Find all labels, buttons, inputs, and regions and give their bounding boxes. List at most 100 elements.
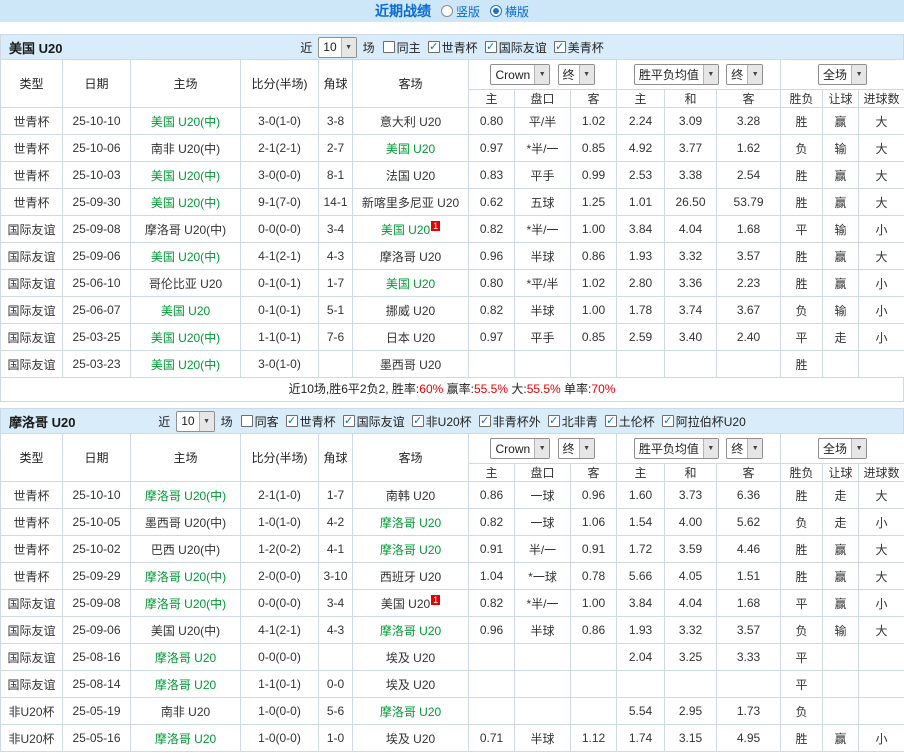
away-odds: 1.02 (569, 107, 618, 135)
home-team-name[interactable]: 哥伦比亚 U20 (149, 277, 222, 291)
away-team-name[interactable]: 摩洛哥 U20 (380, 543, 441, 557)
home-team-name[interactable]: 美国 U20(中) (151, 169, 220, 183)
goals-result-badge: 小 (858, 269, 904, 297)
away-team-name[interactable]: 美国 U20 (381, 597, 430, 611)
home-team-name[interactable]: 摩洛哥 U20(中) (145, 223, 226, 237)
away-team-name[interactable]: 美国 U20 (386, 142, 435, 156)
away-team-name[interactable]: 日本 U20 (386, 331, 435, 345)
home-odds (468, 643, 515, 671)
checkbox-icon[interactable]: ✓ (478, 415, 491, 427)
odds-stage-select[interactable]: 终 ▼ (557, 63, 595, 85)
checkbox-icon[interactable]: ✓ (604, 415, 617, 427)
home-team-name[interactable]: 摩洛哥 U20 (155, 651, 216, 665)
filter-option[interactable]: ✓ 非U20杯 (411, 413, 472, 430)
avg-home-odds: 3.84 (616, 215, 666, 243)
avg-draw-odds: 3.15 (664, 724, 718, 752)
checkbox-icon[interactable]: ✓ (547, 415, 560, 427)
away-team-name[interactable]: 美国 U20 (386, 277, 435, 291)
filter-option[interactable]: ✓ 美青杯 (553, 39, 604, 56)
checkbox-icon[interactable]: ✓ (427, 41, 440, 53)
away-team-name[interactable]: 墨西哥 U20 (380, 358, 441, 372)
home-team-name[interactable]: 美国 U20(中) (151, 358, 220, 372)
chevron-down-icon: ▼ (702, 65, 718, 84)
home-team-name[interactable]: 美国 U20(中) (151, 196, 220, 210)
home-team-name[interactable]: 美国 U20(中) (151, 331, 220, 345)
home-team-name[interactable]: 南非 U20(中) (151, 142, 220, 156)
checkbox-icon[interactable] (382, 41, 395, 53)
radio-selected-icon[interactable] (490, 5, 502, 17)
checkbox-icon[interactable]: ✓ (285, 415, 298, 427)
home-team-name[interactable]: 美国 U20(中) (151, 250, 220, 264)
checkbox-icon[interactable]: ✓ (484, 41, 497, 53)
home-team-name[interactable]: 美国 U20(中) (151, 115, 220, 129)
match-count-select[interactable]: 10 ▼ (176, 410, 215, 432)
away-team-name[interactable]: 西班牙 U20 (380, 570, 441, 584)
layout-option-horizontal[interactable]: 横版 (490, 3, 529, 20)
handicap-result-badge: 输 (822, 134, 860, 162)
avg-odds-select[interactable]: 胜平负均值 ▼ (633, 438, 719, 459)
away-team-name[interactable]: 新喀里多尼亚 U20 (362, 196, 459, 210)
home-team-name[interactable]: 巴西 U20(中) (151, 543, 220, 557)
checkbox-icon[interactable]: ✓ (553, 41, 566, 53)
avg-home-odds: 1.74 (616, 724, 666, 752)
filter-option[interactable]: ✓ 阿拉伯杯U20 (661, 413, 746, 430)
checkbox-icon[interactable]: ✓ (661, 415, 674, 427)
result-badge: 胜 (780, 562, 824, 590)
home-odds: 0.82 (468, 296, 515, 324)
match-count-select[interactable]: 10 ▼ (318, 36, 357, 58)
away-team-name[interactable]: 美国 U20 (381, 223, 430, 237)
filter-option[interactable]: ✓ 国际友谊 (342, 413, 405, 430)
away-team-name[interactable]: 埃及 U20 (386, 651, 435, 665)
fullmatch-select[interactable]: 全场 ▼ (818, 64, 868, 85)
away-team-name[interactable]: 摩洛哥 U20 (380, 516, 441, 530)
avg-away-odds: 3.57 (716, 242, 782, 270)
odds-stage-select[interactable]: 终 ▼ (557, 437, 595, 459)
filter-option[interactable]: 同主 (382, 39, 421, 56)
layout-option-vertical[interactable]: 竖版 (440, 3, 480, 20)
goals-result-badge: 大 (858, 562, 904, 590)
filter-option[interactable]: ✓ 土伦杯 (604, 413, 655, 430)
result-badge: 胜 (780, 350, 824, 378)
filter-option[interactable]: ✓ 非青杯外 (478, 413, 541, 430)
home-team-name[interactable]: 摩洛哥 U20 (155, 678, 216, 692)
avg-odds-select[interactable]: 胜平负均值 ▼ (633, 64, 719, 85)
away-team-name[interactable]: 摩洛哥 U20 (380, 250, 441, 264)
radio-unselected-icon[interactable] (440, 5, 453, 17)
checkbox-icon[interactable]: ✓ (411, 415, 424, 427)
match-row: 世青杯 25-09-29 摩洛哥 U20(中) 2-0(0-0) 3-10 西班牙 U20… (0, 562, 904, 590)
avg-home-odds: 5.54 (616, 697, 666, 725)
filter-option[interactable]: ✓ 国际友谊 (484, 39, 547, 56)
filter-option[interactable]: 同客 (240, 413, 279, 430)
filter-option[interactable]: ✓ 北非青 (547, 413, 598, 430)
match-score: 0-0(0-0) (240, 643, 319, 671)
avg-stage-select[interactable]: 终 ▼ (726, 64, 764, 85)
home-team-name[interactable]: 美国 U20 (161, 304, 210, 318)
away-team-name[interactable]: 摩洛哥 U20 (380, 705, 441, 719)
filter-option[interactable]: ✓ 世青杯 (427, 39, 478, 56)
away-team-name[interactable]: 法国 U20 (386, 169, 435, 183)
home-team-name[interactable]: 摩洛哥 U20(中) (145, 570, 226, 584)
home-odds: 1.04 (468, 562, 515, 590)
away-team-name[interactable]: 南韩 U20 (386, 489, 435, 503)
home-team-name[interactable]: 墨西哥 U20(中) (145, 516, 226, 530)
sub-col: 客 (569, 89, 618, 108)
away-team-name[interactable]: 挪威 U20 (386, 304, 435, 318)
away-team-name[interactable]: 意大利 U20 (380, 115, 441, 129)
home-team-name[interactable]: 南非 U20 (161, 705, 210, 719)
home-odds (468, 697, 515, 725)
checkbox-icon[interactable] (240, 415, 253, 427)
checkbox-icon[interactable]: ✓ (342, 415, 355, 427)
home-team-name[interactable]: 摩洛哥 U20(中) (145, 489, 226, 503)
home-team-name[interactable]: 摩洛哥 U20(中) (145, 597, 226, 611)
home-team-name[interactable]: 美国 U20(中) (151, 624, 220, 638)
avg-stage-select[interactable]: 终 ▼ (726, 438, 764, 459)
away-team-name[interactable]: 摩洛哥 U20 (380, 624, 441, 638)
away-team-name[interactable]: 埃及 U20 (386, 732, 435, 746)
bookmaker-select[interactable]: Crown ▼ (490, 64, 551, 86)
fullmatch-select[interactable]: 全场 ▼ (818, 438, 868, 459)
home-team-name[interactable]: 摩洛哥 U20 (155, 732, 216, 746)
bookmaker-select[interactable]: Crown ▼ (490, 438, 551, 460)
home-team-cell: 摩洛哥 U20(中) (130, 589, 241, 617)
away-team-name[interactable]: 埃及 U20 (386, 678, 435, 692)
filter-option[interactable]: ✓ 世青杯 (285, 413, 336, 430)
